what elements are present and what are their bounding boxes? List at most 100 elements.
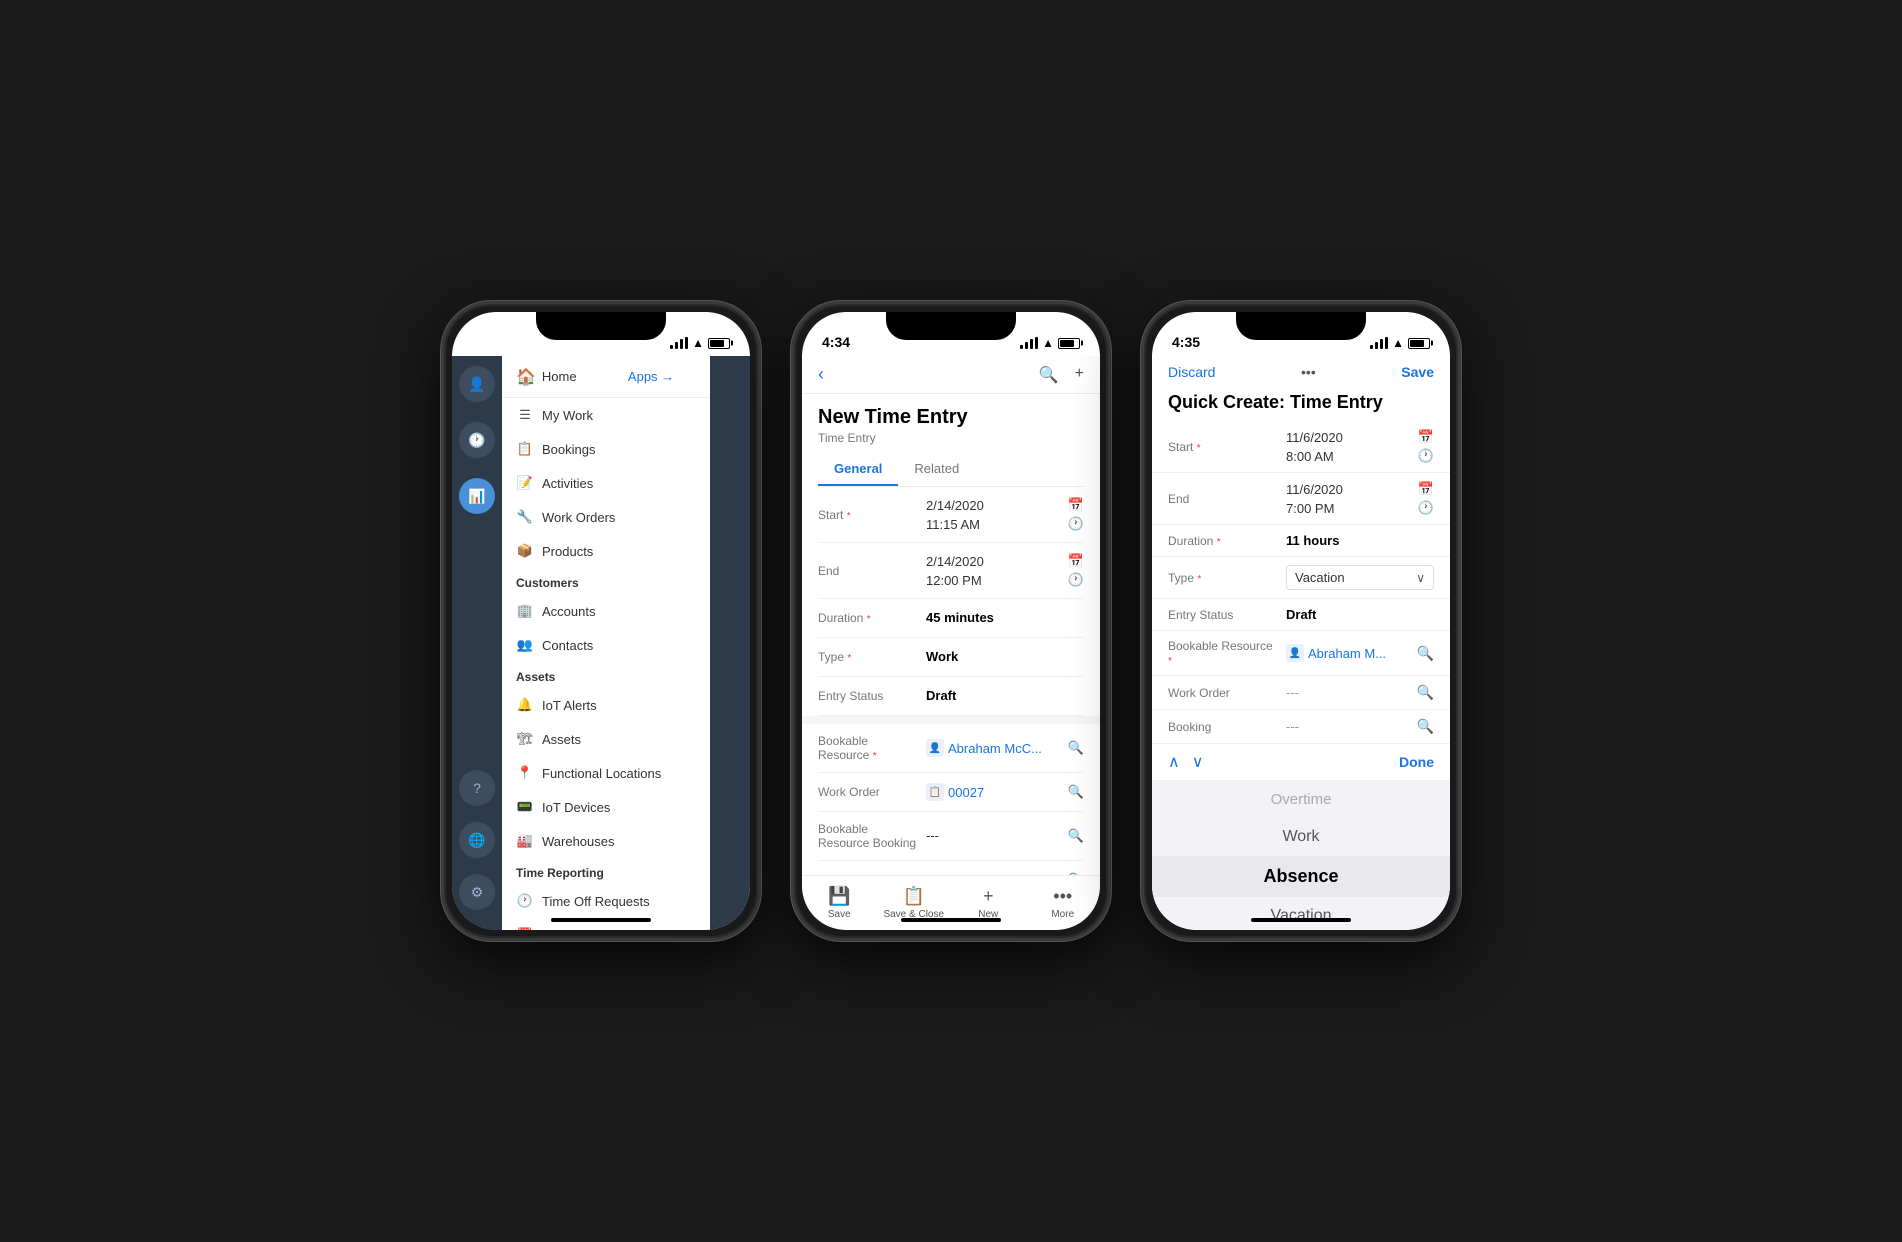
sidebar-help-icon[interactable]: ? bbox=[459, 770, 495, 806]
p3-more-button[interactable]: ••• bbox=[1301, 364, 1316, 380]
more-icon: ••• bbox=[1053, 886, 1072, 907]
iot-alerts-label: IoT Alerts bbox=[542, 698, 597, 713]
p2-tabs: General Related bbox=[818, 453, 1084, 487]
p2-subtitle: Time Entry bbox=[818, 431, 1084, 445]
clock-icon-end[interactable]: 🕐 bbox=[1068, 572, 1084, 588]
p2-form: Start * 2/14/2020 📅 11:15 AM bbox=[802, 487, 1100, 875]
signal-icon-1 bbox=[670, 337, 688, 349]
p2-br-booking-search[interactable]: 🔍 bbox=[1068, 828, 1084, 844]
p3-start-cal-icon[interactable]: 📅 bbox=[1418, 429, 1434, 445]
p3-type-field: Type * Vacation ∨ bbox=[1152, 557, 1450, 599]
sidebar-globe-icon[interactable]: 🌐 bbox=[459, 822, 495, 858]
p3-discard-button[interactable]: Discard bbox=[1168, 364, 1215, 380]
p3-type-label: Type * bbox=[1168, 571, 1278, 585]
time-off-icon: 🕐 bbox=[516, 892, 534, 910]
p2-type-value[interactable]: Work bbox=[926, 648, 1084, 666]
p2-work-order-label: Work Order bbox=[818, 785, 918, 799]
p3-done-button[interactable]: Done bbox=[1399, 754, 1434, 770]
p3-type-dropdown[interactable]: Vacation ∨ bbox=[1286, 565, 1434, 590]
p2-bookable-resource-search[interactable]: 🔍 bbox=[1068, 740, 1084, 756]
p2-tab-related[interactable]: Related bbox=[898, 453, 975, 486]
sidebar-icons: 👤 🕐 📊 ? 🌐 ⚙ bbox=[452, 356, 502, 930]
p2-duration-label: Duration * bbox=[818, 611, 918, 625]
p3-up-arrow-button[interactable]: ∧ bbox=[1168, 752, 1180, 772]
p2-type-field: Type * Work bbox=[818, 638, 1084, 677]
p2-back-button[interactable]: ‹ bbox=[818, 364, 824, 385]
p3-start-date-group[interactable]: 11/6/2020 📅 8:00 AM 🕐 bbox=[1286, 429, 1434, 464]
p3-start-clock-icon[interactable]: 🕐 bbox=[1418, 448, 1434, 464]
sidebar-settings-icon[interactable]: ⚙ bbox=[459, 874, 495, 910]
p2-bookable-resource-value[interactable]: 👤 Abraham McC... bbox=[926, 739, 1060, 757]
p2-header-icons: 🔍 + bbox=[1039, 365, 1084, 385]
battery-icon-3 bbox=[1408, 338, 1430, 349]
work-orders-label: Work Orders bbox=[542, 510, 615, 525]
p2-more-button[interactable]: ••• More bbox=[1026, 882, 1101, 924]
p2-bookable-resource-label: Bookable Resource * bbox=[818, 734, 918, 762]
p3-end-cal-icon[interactable]: 📅 bbox=[1418, 481, 1434, 497]
p2-br-booking-value[interactable]: --- bbox=[926, 827, 1060, 845]
p3-picker[interactable]: Overtime Work Absence Vacation On Break … bbox=[1152, 781, 1450, 930]
p3-end-date-group[interactable]: 11/6/2020 📅 7:00 PM 🕐 bbox=[1286, 481, 1434, 516]
p3-end-date: 11/6/2020 bbox=[1286, 482, 1343, 497]
p3-picker-absence[interactable]: Absence bbox=[1152, 856, 1450, 897]
work-order-badge-icon: 📋 bbox=[926, 783, 944, 801]
p3-start-time: 8:00 AM bbox=[1286, 449, 1334, 464]
p2-type-label: Type * bbox=[818, 650, 918, 664]
p2-title: New Time Entry bbox=[818, 406, 1084, 429]
home-icon: 🏠 bbox=[516, 367, 536, 387]
status-icons-2: ▲ bbox=[1020, 336, 1080, 350]
p3-bookable-resource-label: Bookable Resource * bbox=[1168, 639, 1278, 667]
clock-icon-start[interactable]: 🕐 bbox=[1068, 516, 1084, 532]
apps-label[interactable]: Apps → bbox=[628, 369, 674, 384]
p2-br-booking-label: Bookable Resource Booking bbox=[818, 822, 918, 850]
p2-end-value[interactable]: 2/14/2020 📅 12:00 PM 🕐 bbox=[926, 553, 1084, 588]
calendar-icon-start[interactable]: 📅 bbox=[1068, 497, 1084, 513]
bookings-label: Bookings bbox=[542, 442, 595, 457]
bookings-icon: 📋 bbox=[516, 440, 534, 458]
notch-3 bbox=[1236, 312, 1366, 340]
functional-locations-label: Functional Locations bbox=[542, 766, 661, 781]
p3-picker-work[interactable]: Work bbox=[1152, 818, 1450, 856]
p3-picker-vacation[interactable]: Vacation bbox=[1152, 897, 1450, 930]
sidebar-person-icon[interactable]: 👤 bbox=[459, 366, 495, 402]
p2-start-date: 2/14/2020 bbox=[926, 498, 984, 513]
contacts-label: Contacts bbox=[542, 638, 593, 653]
p2-start-time: 11:15 AM bbox=[926, 517, 980, 532]
products-icon: 📦 bbox=[516, 542, 534, 560]
p2-work-order-value[interactable]: 📋 00027 bbox=[926, 783, 1060, 801]
p2-work-order-search[interactable]: 🔍 bbox=[1068, 784, 1084, 800]
p2-start-value[interactable]: 2/14/2020 📅 11:15 AM 🕐 bbox=[926, 497, 1084, 532]
functional-locations-icon: 📍 bbox=[516, 764, 534, 782]
activities-icon: 📝 bbox=[516, 474, 534, 492]
time-3: 4:35 bbox=[1172, 334, 1200, 350]
p3-booking-value: --- bbox=[1286, 719, 1299, 734]
p3-save-button[interactable]: Save bbox=[1401, 364, 1434, 380]
p2-search-button[interactable]: 🔍 bbox=[1039, 365, 1059, 385]
notch-2 bbox=[886, 312, 1016, 340]
p2-save-button[interactable]: 💾 Save bbox=[802, 882, 877, 924]
home-label[interactable]: Home bbox=[542, 369, 577, 384]
p2-divider bbox=[802, 716, 1100, 724]
sidebar-clock-icon[interactable]: 🕐 bbox=[459, 422, 495, 458]
p3-bookable-search-icon[interactable]: 🔍 bbox=[1417, 645, 1434, 662]
p3-picker-overtime[interactable]: Overtime bbox=[1152, 781, 1450, 818]
phone-1: ▲ 👤 🕐 📊 ? 🌐 ⚙ bbox=[441, 301, 761, 941]
p3-end-clock-icon[interactable]: 🕐 bbox=[1418, 500, 1434, 516]
wifi-icon-3: ▲ bbox=[1392, 336, 1404, 350]
sidebar-chart-icon[interactable]: 📊 bbox=[459, 478, 495, 514]
p3-work-order-search-icon[interactable]: 🔍 bbox=[1417, 684, 1434, 701]
my-work-icon: ☰ bbox=[516, 406, 534, 424]
p2-tab-general[interactable]: General bbox=[818, 453, 898, 486]
assets-item-label: Assets bbox=[542, 732, 581, 747]
p3-booking-search-icon[interactable]: 🔍 bbox=[1417, 718, 1434, 735]
p3-booking-label: Booking bbox=[1168, 720, 1278, 734]
p2-start-field: Start * 2/14/2020 📅 11:15 AM bbox=[818, 487, 1084, 543]
p3-down-arrow-button[interactable]: ∨ bbox=[1192, 752, 1204, 772]
p2-booking-status-field: 🔒 Booking Status --- 🔍 bbox=[818, 861, 1084, 875]
p3-bookable-resource-value[interactable]: 👤 Abraham M... bbox=[1286, 644, 1409, 662]
calendar-icon-end[interactable]: 📅 bbox=[1068, 553, 1084, 569]
p3-bookable-resource-field: Bookable Resource * 👤 Abraham M... 🔍 bbox=[1152, 631, 1450, 676]
p2-end-label: End bbox=[818, 564, 918, 578]
p3-end-field: End 11/6/2020 📅 7:00 PM 🕐 bbox=[1152, 473, 1450, 525]
p2-add-button[interactable]: + bbox=[1075, 365, 1084, 385]
